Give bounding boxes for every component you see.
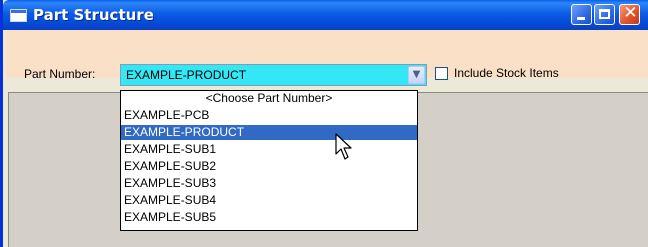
maximize-button[interactable] (594, 4, 615, 25)
dropdown-item-product[interactable]: EXAMPLE-PRODUCT (121, 125, 417, 140)
close-button[interactable]: ✕ (619, 3, 640, 25)
dropdown-button[interactable]: ▼ (408, 66, 425, 84)
minimize-button[interactable] (571, 4, 592, 25)
maximize-icon (599, 9, 610, 19)
mouse-cursor-icon (335, 133, 352, 160)
chevron-down-icon: ▼ (412, 69, 421, 80)
part-number-label: Part Number: (24, 67, 96, 81)
part-number-combobox[interactable]: EXAMPLE-PRODUCT ▼ (120, 64, 427, 86)
part-number-dropdown-list: <Choose Part Number> EXAMPLE-PCB EXAMPLE… (120, 90, 418, 231)
dropdown-item-sub1[interactable]: EXAMPLE-SUB1 (121, 142, 417, 157)
part-number-value: EXAMPLE-PRODUCT (126, 68, 247, 82)
dropdown-item-pcb[interactable]: EXAMPLE-PCB (121, 108, 417, 123)
close-icon: ✕ (623, 3, 638, 23)
title-bar[interactable]: Part Structure ✕ (3, 0, 648, 30)
include-stock-checkbox[interactable] (435, 67, 448, 80)
include-stock-label[interactable]: Include Stock Items (454, 66, 559, 80)
window-app-icon (10, 9, 27, 22)
window-title: Part Structure (33, 6, 154, 24)
minimize-icon (577, 17, 585, 20)
dropdown-item-sub5[interactable]: EXAMPLE-SUB5 (121, 210, 417, 225)
dropdown-item-sub3[interactable]: EXAMPLE-SUB3 (121, 176, 417, 191)
dropdown-item-choose[interactable]: <Choose Part Number> (121, 91, 417, 106)
dropdown-item-sub4[interactable]: EXAMPLE-SUB4 (121, 193, 417, 208)
dropdown-item-sub2[interactable]: EXAMPLE-SUB2 (121, 159, 417, 174)
